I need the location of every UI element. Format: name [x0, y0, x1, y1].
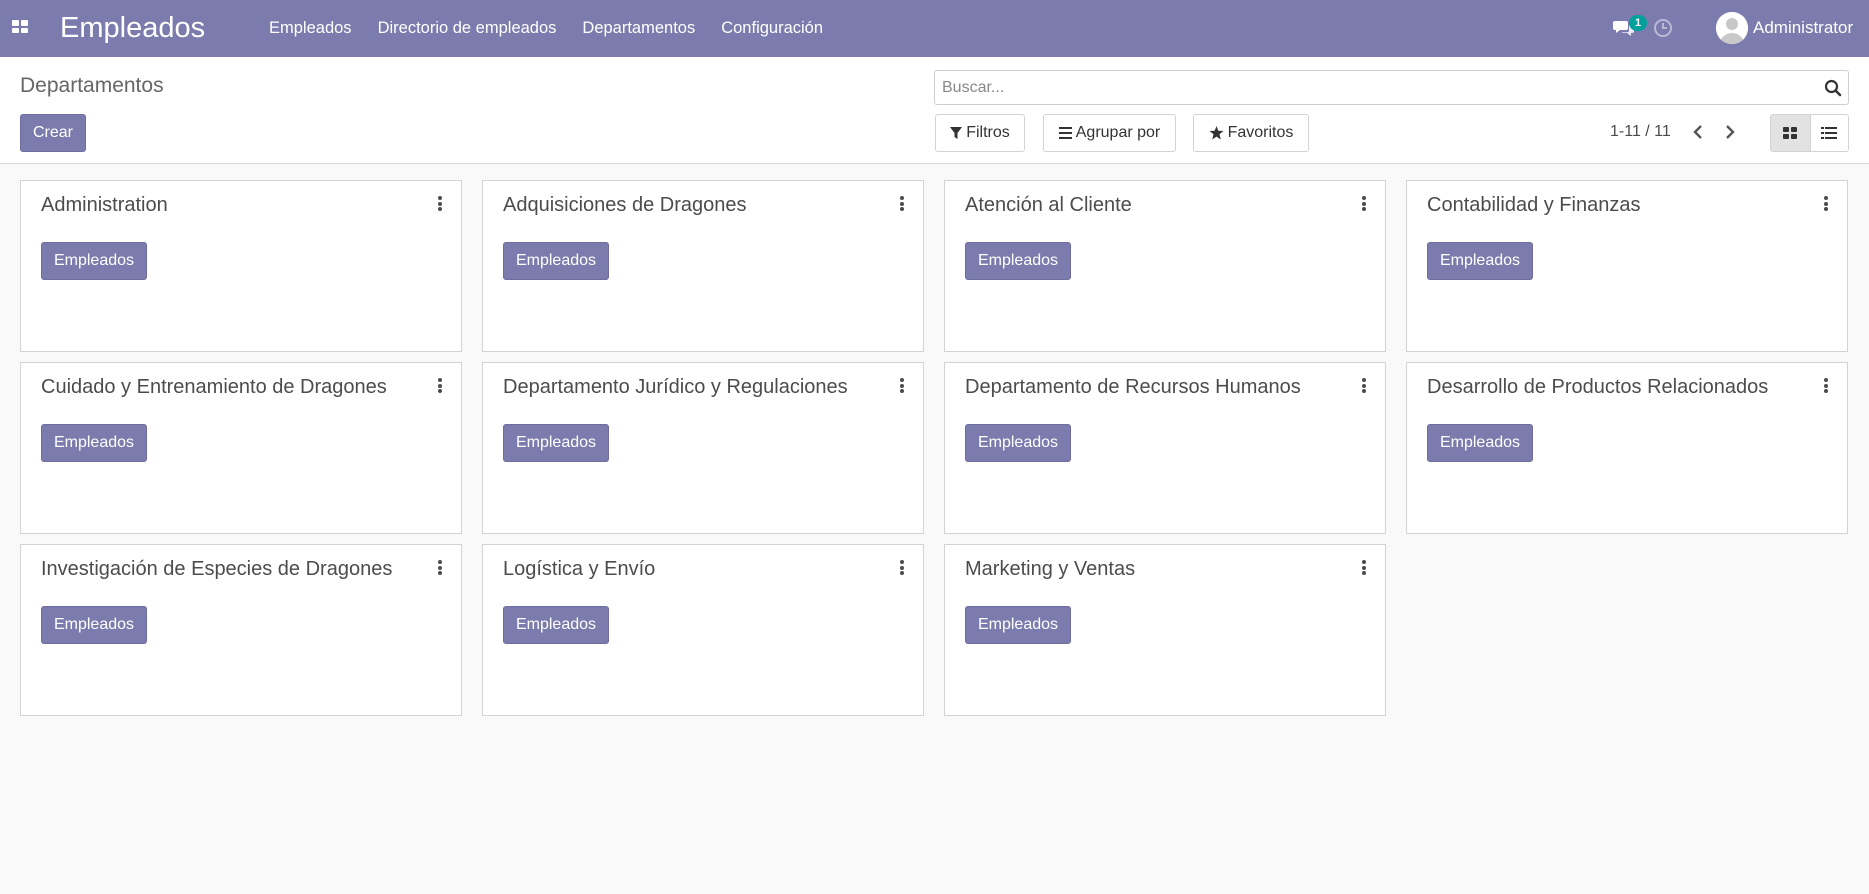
- chat-icon[interactable]: 1: [1613, 15, 1647, 37]
- department-card[interactable]: Logística y Envío Empleados: [482, 544, 924, 716]
- group-by-button[interactable]: Agrupar por: [1043, 114, 1176, 152]
- card-menu-icon[interactable]: [897, 378, 907, 396]
- activity-clock-icon[interactable]: [1653, 18, 1673, 38]
- menu-item-empleados[interactable]: Empleados: [256, 19, 365, 38]
- employees-button[interactable]: Empleados: [1427, 424, 1533, 462]
- card-menu-icon[interactable]: [1359, 560, 1369, 578]
- card-menu-icon[interactable]: [435, 560, 445, 578]
- card-menu-icon[interactable]: [897, 196, 907, 214]
- employees-button[interactable]: Empleados: [41, 242, 147, 280]
- card-menu-icon[interactable]: [1821, 378, 1831, 396]
- bars-icon: [1058, 127, 1072, 139]
- employees-button[interactable]: Empleados: [41, 424, 147, 462]
- apps-menu-icon[interactable]: [12, 20, 28, 34]
- department-name: Logística y Envío: [503, 558, 656, 580]
- department-card[interactable]: Adquisiciones de Dragones Empleados: [482, 180, 924, 352]
- department-card[interactable]: Cuidado y Entrenamiento de Dragones Empl…: [20, 362, 462, 534]
- kanban-view: Administration Empleados Adquisiciones d…: [20, 180, 1850, 716]
- favorites-label: Favoritos: [1227, 124, 1294, 141]
- department-name: Atención al Cliente: [965, 194, 1132, 216]
- card-menu-icon[interactable]: [1359, 378, 1369, 396]
- department-name: Marketing y Ventas: [965, 558, 1136, 580]
- employees-button[interactable]: Empleados: [965, 242, 1071, 280]
- department-card[interactable]: Administration Empleados: [20, 180, 462, 352]
- chevron-right-icon: [1726, 125, 1735, 139]
- department-name: Administration: [41, 194, 168, 216]
- department-card[interactable]: Departamento Jurídico y Regulaciones Emp…: [482, 362, 924, 534]
- department-name: Adquisiciones de Dragones: [503, 194, 747, 216]
- pager-previous-button[interactable]: [1684, 117, 1712, 147]
- card-menu-icon[interactable]: [1821, 196, 1831, 214]
- menu-item-directorio[interactable]: Directorio de empleados: [365, 19, 570, 38]
- top-navbar: Empleados Empleados Directorio de emplea…: [0, 0, 1869, 57]
- search-bar: [934, 70, 1849, 105]
- chat-badge: 1: [1629, 15, 1647, 31]
- kanban-view-icon: [1783, 127, 1798, 139]
- filters-button[interactable]: Filtros: [935, 114, 1025, 152]
- list-view-icon: [1821, 127, 1838, 139]
- list-view-button[interactable]: [1809, 115, 1848, 151]
- department-card[interactable]: Investigación de Especies de Dragones Em…: [20, 544, 462, 716]
- employees-button[interactable]: Empleados: [965, 606, 1071, 644]
- view-switcher: [1770, 114, 1849, 152]
- department-card[interactable]: Contabilidad y Finanzas Empleados: [1406, 180, 1848, 352]
- star-icon: [1209, 126, 1224, 140]
- employees-button[interactable]: Empleados: [41, 606, 147, 644]
- control-panel: Departamentos Crear Filtros Agrupar por …: [0, 57, 1869, 164]
- favorites-button[interactable]: Favoritos: [1193, 114, 1309, 152]
- department-card[interactable]: Desarrollo de Productos Relacionados Emp…: [1406, 362, 1848, 534]
- avatar: [1716, 12, 1748, 44]
- group-by-label: Agrupar por: [1075, 124, 1161, 141]
- department-card[interactable]: Marketing y Ventas Empleados: [944, 544, 1386, 716]
- user-menu[interactable]: Administrator: [1716, 12, 1853, 44]
- department-name: Cuidado y Entrenamiento de Dragones: [41, 376, 387, 398]
- department-name: Contabilidad y Finanzas: [1427, 194, 1641, 216]
- kanban-view-button[interactable]: [1771, 115, 1810, 151]
- department-name: Desarrollo de Productos Relacionados: [1427, 376, 1769, 398]
- menu-item-configuracion[interactable]: Configuración: [708, 19, 836, 38]
- employees-button[interactable]: Empleados: [503, 424, 609, 462]
- card-menu-icon[interactable]: [1359, 196, 1369, 214]
- pager-value[interactable]: 1-11 / 11: [1610, 123, 1671, 141]
- breadcrumb: Departamentos: [20, 74, 164, 97]
- create-button[interactable]: Crear: [20, 114, 86, 152]
- search-icon[interactable]: [1824, 79, 1842, 97]
- department-name: Departamento Jurídico y Regulaciones: [503, 376, 848, 398]
- card-menu-icon[interactable]: [897, 560, 907, 578]
- filter-icon: [950, 126, 963, 139]
- department-card[interactable]: Atención al Cliente Empleados: [944, 180, 1386, 352]
- employees-button[interactable]: Empleados: [1427, 242, 1533, 280]
- main-menu: Empleados Directorio de empleados Depart…: [256, 0, 836, 57]
- employees-button[interactable]: Empleados: [503, 606, 609, 644]
- app-title[interactable]: Empleados: [60, 10, 205, 46]
- search-input[interactable]: [935, 71, 1815, 104]
- user-name: Administrator: [1753, 18, 1854, 37]
- card-menu-icon[interactable]: [435, 196, 445, 214]
- card-menu-icon[interactable]: [435, 378, 445, 396]
- pager-next-button[interactable]: [1716, 117, 1744, 147]
- department-card[interactable]: Departamento de Recursos Humanos Emplead…: [944, 362, 1386, 534]
- filters-label: Filtros: [966, 124, 1010, 141]
- department-name: Departamento de Recursos Humanos: [965, 376, 1301, 398]
- menu-item-departamentos[interactable]: Departamentos: [569, 19, 708, 38]
- department-name: Investigación de Especies de Dragones: [41, 558, 393, 580]
- employees-button[interactable]: Empleados: [503, 242, 609, 280]
- employees-button[interactable]: Empleados: [965, 424, 1071, 462]
- chevron-left-icon: [1693, 125, 1702, 139]
